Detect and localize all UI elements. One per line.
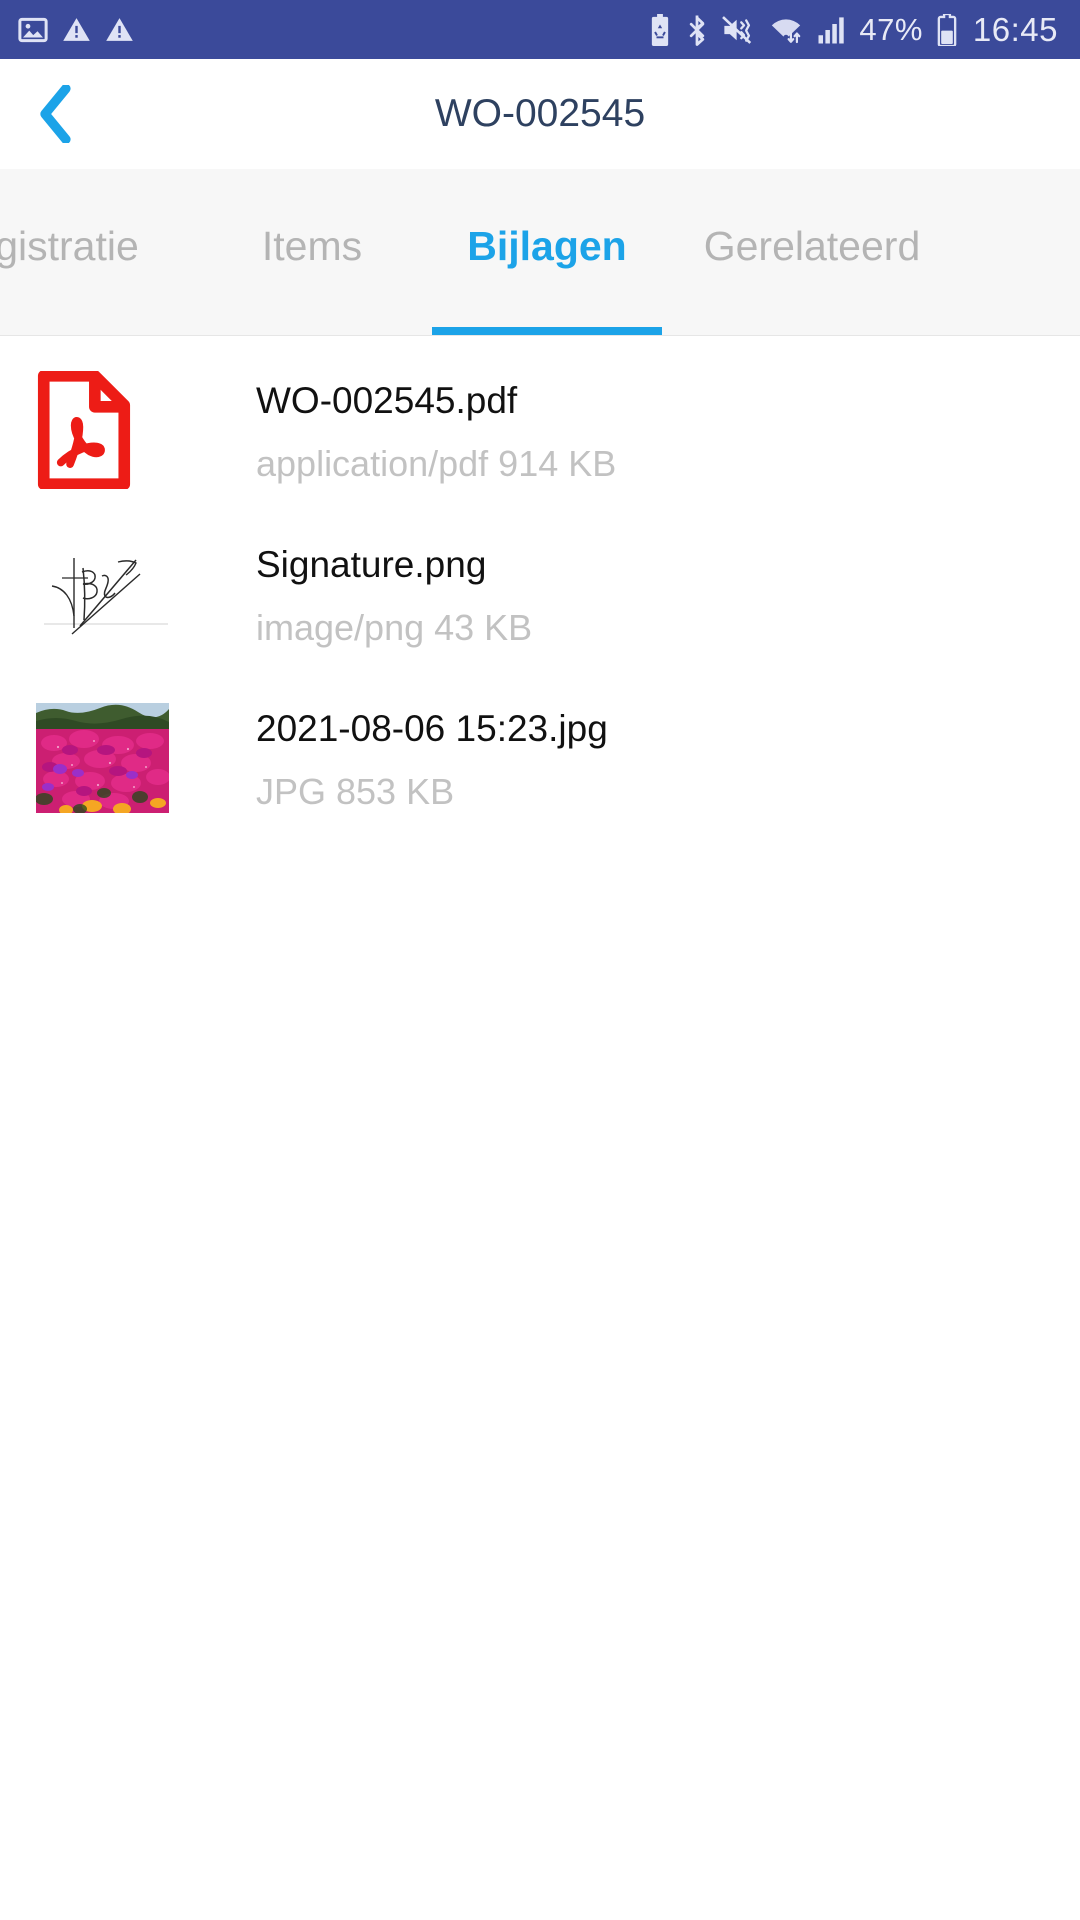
chevron-left-icon — [40, 85, 71, 143]
tab-label: Items — [261, 222, 363, 269]
image-icon — [18, 17, 48, 42]
status-bar: 47% 16:45 — [0, 0, 1080, 59]
tab-registratie[interactable]: gistratie — [0, 169, 192, 335]
status-bar-left-icons — [18, 15, 134, 45]
attachment-thumbnail[interactable] — [34, 676, 256, 840]
tab-indicator — [432, 327, 662, 335]
photo-thumbnail — [36, 703, 169, 813]
attachment-name: WO-002545.pdf — [256, 379, 518, 421]
attachment-thumbnail[interactable] — [34, 512, 256, 676]
warning-triangle-icon — [63, 18, 90, 41]
attachment-meta: JPG 853 KB — [256, 770, 455, 812]
battery-percent-label: 47% — [859, 11, 923, 47]
battery-icon — [937, 13, 957, 46]
pdf-file-icon — [37, 371, 131, 489]
tab-label: Bijlagen — [467, 222, 627, 269]
attachment-info: 2021-08-06 15:23.jpg JPG 853 KB — [256, 676, 608, 840]
attachment-thumbnail[interactable] — [34, 348, 256, 512]
list-item[interactable]: WO-002545.pdf application/pdf 914 KB — [0, 348, 1080, 512]
tab-gerelateerd[interactable]: Gerelateerd — [662, 169, 962, 335]
attachment-name: 2021-08-06 15:23.jpg — [256, 707, 608, 749]
attachment-meta: application/pdf 914 KB — [256, 442, 617, 484]
attachment-info: WO-002545.pdf application/pdf 914 KB — [256, 348, 616, 512]
tab-bijlagen[interactable]: Bijlagen — [432, 169, 662, 335]
tab-items[interactable]: Items — [192, 169, 432, 335]
attachment-info: Signature.png image/png 43 KB — [256, 512, 532, 676]
wifi-icon — [772, 18, 801, 43]
power-saving-battery-icon — [652, 13, 669, 46]
app-header: WO-002545 — [0, 59, 1080, 169]
warning-triangle-icon — [106, 18, 133, 41]
tab-bar[interactable]: gistratie Items Bijlagen Gerelateerd — [0, 169, 1080, 336]
cellular-signal-icon — [818, 16, 845, 43]
list-item[interactable]: Signature.png image/png 43 KB — [0, 512, 1080, 676]
vibrate-mute-icon — [722, 15, 752, 44]
attachment-name: Signature.png — [256, 543, 487, 585]
attachment-meta: image/png 43 KB — [256, 606, 533, 648]
list-item[interactable]: 2021-08-06 15:23.jpg JPG 853 KB — [0, 676, 1080, 840]
back-button[interactable] — [0, 59, 110, 169]
tab-label: Gerelateerd — [703, 222, 921, 269]
clock-label: 16:45 — [972, 10, 1058, 48]
bluetooth-icon — [690, 14, 705, 46]
tab-label: gistratie — [0, 222, 139, 269]
page-title: WO-002545 — [434, 92, 646, 135]
status-bar-right-icons: 47% 16:45 — [647, 11, 1058, 49]
attachment-list: WO-002545.pdf application/pdf 914 KB Sig… — [0, 336, 1080, 840]
signature-thumbnail — [36, 546, 176, 642]
